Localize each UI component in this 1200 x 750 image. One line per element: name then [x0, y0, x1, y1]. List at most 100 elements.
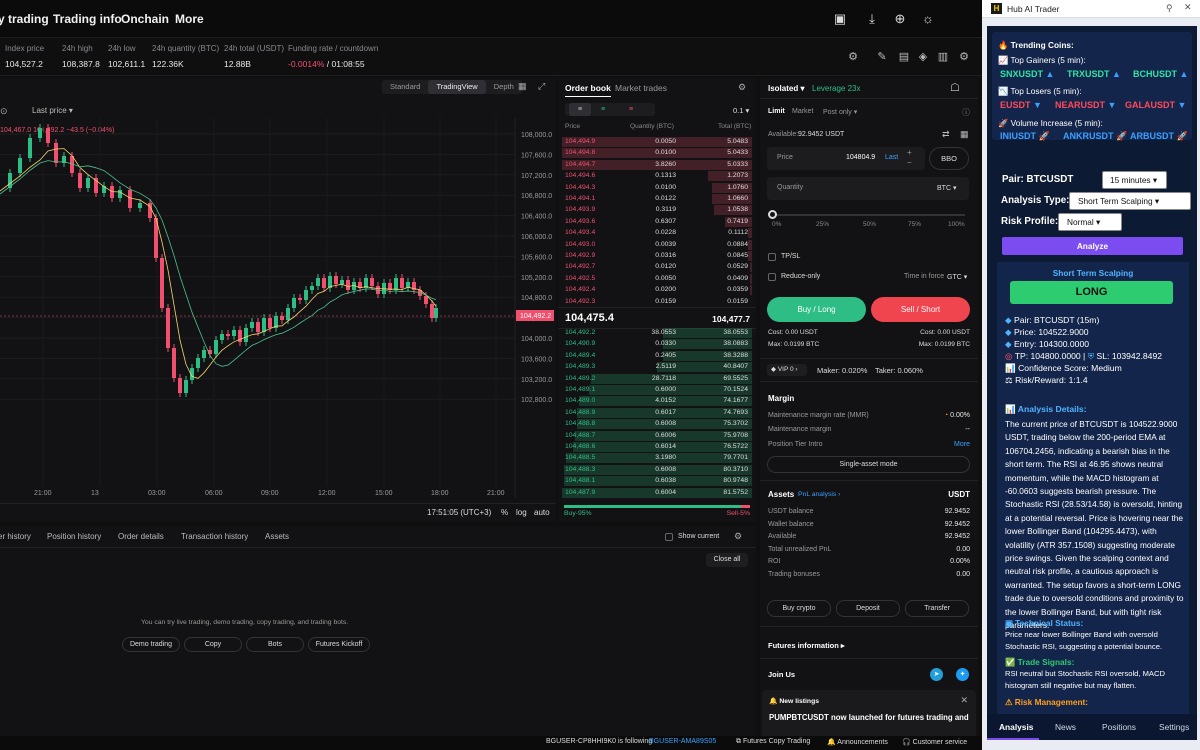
transfer-button[interactable]: Transfer [905, 600, 969, 617]
ask-row[interactable]: 104,492.7 0.0120 0.0529 [558, 261, 754, 273]
leverage-selector[interactable]: Leverage 23x [812, 84, 860, 93]
layout-bids-icon[interactable]: ≡ [601, 103, 605, 116]
price-decrement[interactable]: − [907, 158, 912, 167]
demo-trading-button[interactable]: Demo trading [122, 637, 180, 652]
close-icon[interactable]: ✕ [960, 695, 968, 706]
fullscreen-icon[interactable]: ⤢ [538, 81, 545, 92]
nav-trading-info[interactable]: Trading info [53, 12, 122, 26]
bid-row[interactable]: 104,492.2 38.0553 38.0553 [558, 327, 754, 338]
gainer-coin[interactable]: BCHUSDT ▲ [1133, 69, 1188, 79]
bid-row[interactable]: 104,487.9 0.6004 81.5752 [558, 487, 754, 498]
view-standard[interactable]: Standard [382, 80, 428, 94]
loser-coin[interactable]: EUSDT ▼ [1000, 100, 1042, 110]
nav-onchain[interactable]: Onchain [121, 12, 169, 26]
ask-row[interactable]: 104,493.4 0.0228 0.1112 [558, 227, 754, 239]
precision-selector[interactable]: 0.1 ▾ [733, 106, 749, 115]
buy-long-button[interactable]: Buy / Long [767, 297, 866, 322]
calculator-icon[interactable]: ▦ [960, 129, 969, 140]
vip-badge[interactable]: ◆ VIP 0 › [767, 364, 807, 376]
tab-news[interactable]: News [1055, 722, 1076, 732]
price-increment[interactable]: + [907, 148, 912, 157]
ask-row[interactable]: 104,492.4 0.0200 0.0359 [558, 284, 754, 296]
bid-row[interactable]: 104,488.9 0.6017 74.7693 [558, 407, 754, 418]
ask-row[interactable]: 104,492.5 0.0050 0.0409 [558, 273, 754, 284]
gainer-coin[interactable]: SNXUSDT ▲ [1000, 69, 1054, 79]
loser-coin[interactable]: NEARUSDT ▼ [1055, 100, 1116, 110]
scale-log[interactable]: log [516, 508, 527, 517]
telegram-icon[interactable]: ➤ [930, 668, 943, 681]
notes-icon[interactable]: ✎ [875, 50, 889, 64]
order-type-limit[interactable]: Limit [768, 108, 785, 115]
bid-row[interactable]: 104,489.4 0.2405 38.3288 [558, 350, 754, 361]
robot-icon[interactable]: ☖ [950, 81, 960, 94]
book-icon[interactable]: ▥ [936, 50, 950, 64]
price-last-link[interactable]: Last [885, 154, 898, 161]
buy-crypto-button[interactable]: Buy crypto [767, 600, 831, 617]
tab-assets[interactable]: Assets [265, 532, 289, 541]
risk-profile-select[interactable]: Normal ▾ [1058, 213, 1122, 231]
bid-row[interactable]: 104,489.1 0.6000 70.1524 [558, 384, 754, 395]
gainer-coin[interactable]: TRXUSDT ▲ [1067, 69, 1121, 79]
bid-row[interactable]: 104,488.8 0.6008 75.3702 [558, 418, 754, 430]
view-tradingview[interactable]: TradingView [428, 80, 486, 94]
close-icon[interactable]: ✕ [1184, 2, 1192, 13]
globe-icon[interactable]: ⊕ [891, 10, 909, 28]
grid-layout-icon[interactable]: ▦ [518, 81, 527, 92]
bid-row[interactable]: 104,488.1 0.6038 80.9748 [558, 475, 754, 487]
amount-slider-handle[interactable] [768, 210, 777, 219]
volume-coin[interactable]: ANKRUSDT 🚀 [1063, 131, 1127, 142]
show-current-checkbox[interactable] [665, 533, 673, 541]
ask-row[interactable]: 104,493.9 0.3119 1.0538 [558, 204, 754, 216]
order-type-market[interactable]: Market [792, 108, 813, 115]
ask-row[interactable]: 104,494.1 0.0122 1.0660 [558, 193, 754, 204]
tab-position-history[interactable]: Position history [47, 532, 101, 541]
order-type-post-only[interactable]: Post only ▾ [823, 108, 857, 116]
ask-row[interactable]: 104,494.8 0.0100 5.0433 [558, 147, 754, 159]
bid-row[interactable]: 104,488.7 0.6006 75.9708 [558, 430, 754, 441]
layout-asks-icon[interactable]: ≡ [629, 103, 633, 116]
single-asset-mode-button[interactable]: Single-asset mode [767, 456, 970, 473]
analyze-button[interactable]: Analyze [1002, 237, 1183, 255]
tab-order-details[interactable]: Order details [118, 532, 164, 541]
analysis-type-select[interactable]: Short Term Scalping ▾ [1069, 192, 1191, 210]
ask-row[interactable]: 104,493.0 0.0039 0.0884 [558, 239, 754, 250]
candlestick-chart[interactable]: 108,000.0 107,600.0 107,200.0 106,800.0 106,… [0, 118, 556, 498]
layout-both-icon[interactable]: ≡ [569, 103, 591, 116]
copy-button[interactable]: Copy [184, 637, 242, 652]
scale-percent[interactable]: % [501, 508, 508, 517]
nav-copy-trading[interactable]: y trading [0, 12, 49, 26]
ask-row[interactable]: 104,494.3 0.0100 1.0760 [558, 182, 754, 193]
footer-customer-service[interactable]: 🎧 Customer service [902, 738, 967, 746]
settings-sliders-icon[interactable]: ⚙ [846, 50, 860, 64]
tab-order-history[interactable]: er history [0, 532, 31, 541]
price-input[interactable]: Price 104804.9 Last + − [767, 147, 925, 170]
pnl-analysis-link[interactable]: PnL analysis › [798, 491, 840, 498]
ask-row[interactable]: 104,494.9 0.0050 5.0483 [558, 136, 754, 147]
tab-order-book[interactable]: Order book [565, 83, 611, 97]
timeframe-select[interactable]: 15 minutes ▾ [1102, 171, 1167, 189]
tab-analysis[interactable]: Analysis [999, 722, 1033, 732]
filter-icon[interactable]: ⚙ [734, 531, 742, 542]
ask-row[interactable]: 104,494.7 3.8260 5.0333 [558, 159, 754, 170]
new-listings-notice[interactable]: 🔔 New listings ✕ PUMPBTCUSDT now launche… [762, 690, 976, 738]
futures-info-link[interactable]: Futures information ▸ [768, 641, 845, 650]
ask-row[interactable]: 104,492.3 0.0159 0.0159 [558, 296, 754, 307]
quantity-unit-selector[interactable]: BTC ▾ [937, 184, 956, 192]
follow-target[interactable]: BGUSER-AMA89S05 [649, 738, 716, 745]
ask-row[interactable]: 104,493.6 0.6307 0.7419 [558, 216, 754, 227]
ticket-icon[interactable]: ▤ [897, 50, 911, 64]
last-price-selector[interactable]: Last price ▾ [32, 106, 73, 115]
calculator-icon[interactable]: ◈ [916, 50, 930, 64]
bid-row[interactable]: 104,488.5 3.1980 79.7701 [558, 452, 754, 464]
loser-coin[interactable]: GALAUSDT ▼ [1125, 100, 1186, 110]
footer-announcements[interactable]: 🔔 Announcements [827, 738, 888, 746]
download-icon[interactable]: ⤓ [863, 10, 881, 28]
chart-tool-icon[interactable]: ⊙ [0, 106, 8, 117]
twitter-icon[interactable]: ✦ [956, 668, 969, 681]
bid-row[interactable]: 104,490.9 0.0330 38.0883 [558, 338, 754, 350]
bid-row[interactable]: 104,489.0 4.0152 74.1677 [558, 395, 754, 407]
footer-copy-trading[interactable]: ⧉ Futures Copy Trading [736, 738, 810, 746]
price-chart-panel[interactable]: ⊙ Last price ▾ Standard TradingView Depth … [0, 78, 556, 522]
scale-auto[interactable]: auto [534, 508, 550, 517]
close-all-button[interactable]: Close all [706, 553, 748, 567]
